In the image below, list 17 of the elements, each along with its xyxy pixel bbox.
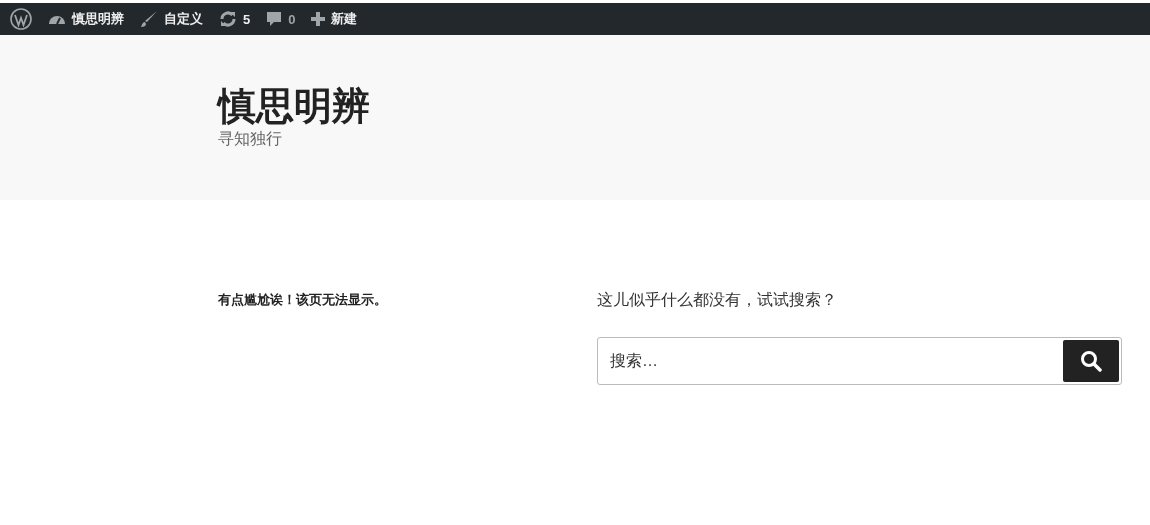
admin-bar-item[interactable]: 自定义 [132, 3, 211, 35]
search-button[interactable] [1063, 340, 1119, 382]
plus-icon [311, 12, 326, 26]
admin-bar-item[interactable]: 0 [258, 3, 304, 35]
brush-icon [140, 10, 158, 28]
wordpress-logo-icon[interactable] [10, 8, 32, 30]
speech-bubble-icon [266, 11, 283, 27]
site-title[interactable]: 慎思明辨 [218, 83, 370, 129]
page-title: 有点尴尬诶！该页无法显示。 [218, 291, 387, 309]
message-text: 这儿似乎什么都没有，试试搜索？ [597, 290, 838, 310]
admin-bar-item[interactable]: 5 [211, 3, 259, 35]
search-field[interactable]: 搜索… [597, 337, 1122, 385]
admin-bar-item[interactable]: 新建 [303, 3, 366, 35]
site-tagline: 寻知独行 [218, 129, 283, 149]
admin-bar-item[interactable]: 慎思明辨 [40, 3, 132, 35]
refresh-icon [219, 11, 237, 27]
search-icon [1080, 350, 1102, 372]
